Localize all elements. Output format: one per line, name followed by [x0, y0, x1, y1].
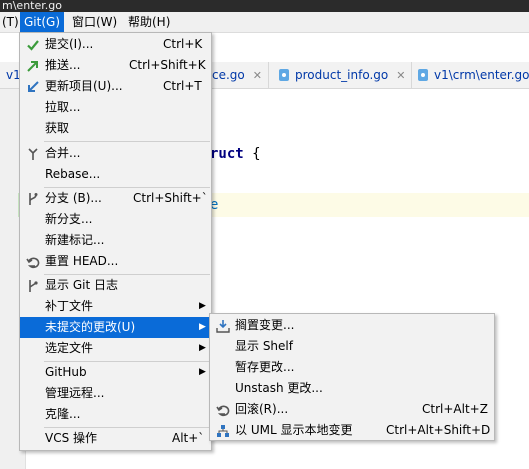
check-icon [27, 40, 39, 51]
menu-window[interactable]: 窗口(W) [68, 12, 121, 32]
menu-item-fetch[interactable]: 获取 [20, 118, 211, 139]
menu-item-unstash-changes[interactable]: Unstash 更改... [210, 378, 494, 399]
rollback-icon [216, 405, 230, 417]
menu-item-show-local-changes-uml[interactable]: 以 UML 显示本地变更 Ctrl+Alt+Shift+D [210, 420, 494, 441]
close-icon[interactable]: ✕ [396, 69, 405, 82]
tab-crm-enter[interactable]: v1\crm\enter.go [412, 62, 529, 89]
submenu-arrow-icon: ▶ [199, 322, 206, 332]
menu-item-push[interactable]: 推送... Ctrl+Shift+K [20, 55, 211, 76]
menu-item-show-git-log[interactable]: 显示 Git 日志 [20, 275, 211, 296]
submenu-arrow-icon: ▶ [199, 301, 206, 311]
menu-item-new-tag[interactable]: 新建标记... [20, 230, 211, 251]
close-icon[interactable]: ✕ [253, 69, 262, 82]
menu-item-clone[interactable]: 克隆... [20, 404, 211, 425]
uncommitted-changes-submenu: 搁置变更... 显示 Shelf 暂存更改... Unstash 更改... 回… [209, 313, 495, 441]
menu-item-reset-head[interactable]: 重置 HEAD... [20, 251, 211, 272]
menu-item-manage-remotes[interactable]: 管理远程... [20, 383, 211, 404]
branch-icon [29, 193, 38, 205]
menu-item-merge[interactable]: 合并... [20, 143, 211, 164]
go-file-icon [418, 69, 428, 81]
merge-icon [28, 148, 38, 160]
uml-icon [217, 425, 229, 437]
menu-item-new-branch[interactable]: 新分支... [20, 209, 211, 230]
push-arrow-icon [27, 61, 38, 72]
menu-item-branches[interactable]: 分支 (B)... Ctrl+Shift+` [20, 188, 211, 209]
menu-item-vcs-operations[interactable]: VCS 操作 Alt+` [20, 428, 211, 449]
git-menu: 提交(I)... Ctrl+K 推送... Ctrl+Shift+K 更新项目(… [19, 32, 212, 451]
menu-item-commit[interactable]: 提交(I)... Ctrl+K [20, 34, 211, 55]
menu-item-stash-changes[interactable]: 暂存更改... [210, 357, 494, 378]
menu-item-uncommitted-changes[interactable]: 未提交的更改(U) ▶ [20, 317, 211, 338]
menu-item-show-shelf[interactable]: 显示 Shelf [210, 336, 494, 357]
menu-separator [44, 141, 210, 142]
submenu-arrow-icon: ▶ [199, 367, 206, 377]
menu-item-selected-files[interactable]: 选定文件 ▶ [20, 338, 211, 359]
menu-item-update-project[interactable]: 更新项目(U)... Ctrl+T [20, 76, 211, 97]
menu-item-shelve-changes[interactable]: 搁置变更... [210, 315, 494, 336]
tab-service[interactable]: ce.go ✕ [206, 62, 269, 89]
reset-icon [26, 257, 40, 269]
menu-help[interactable]: 帮助(H) [124, 12, 174, 32]
menu-item-patch-files[interactable]: 补丁文件 ▶ [20, 296, 211, 317]
menu-item-rebase[interactable]: Rebase... [20, 164, 211, 185]
shelve-icon [216, 320, 230, 333]
tab-product-info[interactable]: product_info.go ✕ [273, 62, 413, 89]
menubar: (T) Git(G) 窗口(W) 帮助(H) [0, 12, 529, 33]
go-file-icon [279, 69, 289, 81]
window-title: m\enter.go [0, 0, 529, 12]
menu-item-pull[interactable]: 拉取... [20, 97, 211, 118]
menu-item-github[interactable]: GitHub ▶ [20, 362, 211, 383]
code-line: ruct { [210, 146, 261, 162]
git-log-icon [29, 280, 38, 292]
update-arrow-icon [28, 81, 39, 92]
menu-item-rollback[interactable]: 回滚(R)... Ctrl+Alt+Z [210, 399, 494, 420]
submenu-arrow-icon: ▶ [199, 343, 206, 353]
menu-git[interactable]: Git(G) [20, 12, 64, 32]
